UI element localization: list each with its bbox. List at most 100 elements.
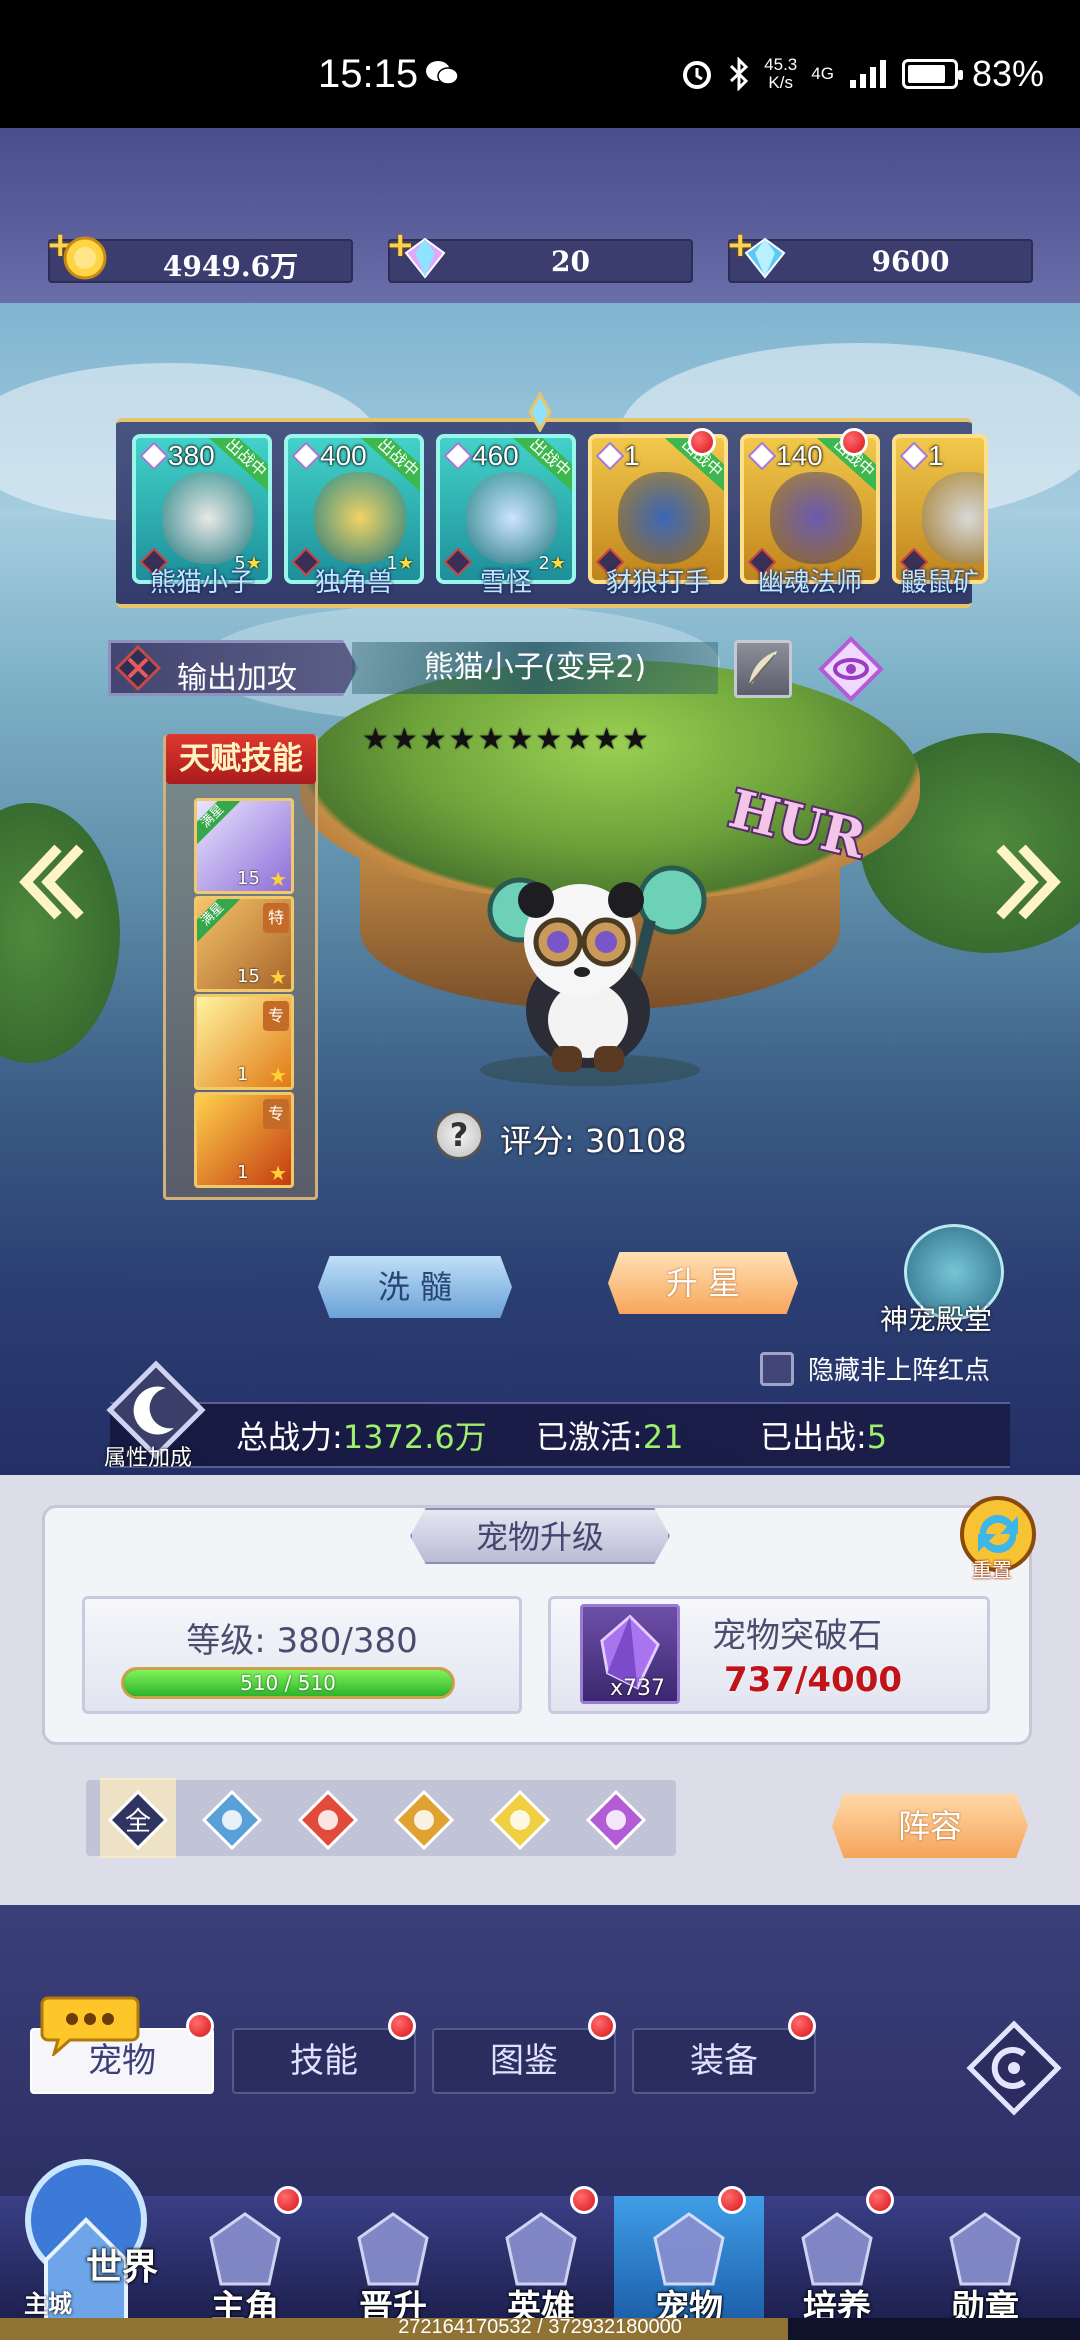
filter-earth-icon[interactable] xyxy=(393,1789,455,1851)
pet-temple-label[interactable]: 神宠殿堂 xyxy=(880,1298,992,1338)
nav-item-promote[interactable]: 晋升 xyxy=(318,2196,468,2330)
side-menu-icon[interactable] xyxy=(966,2020,1062,2116)
score-help-icon[interactable]: ? xyxy=(434,1110,484,1160)
attribute-bonus-label[interactable]: 属性加成 xyxy=(104,1440,192,1472)
stone-progress: 737/4000 xyxy=(724,1660,903,1700)
rainbow-diamond-icon xyxy=(404,237,446,279)
talent-skill-slot[interactable]: 专 1 ★ xyxy=(194,994,294,1090)
roster-pet-name[interactable]: 幽魂法师 xyxy=(735,562,885,599)
hide-red-dot-checkbox[interactable] xyxy=(760,1352,794,1386)
pet-level: 460 xyxy=(472,440,519,471)
gold-coin-icon xyxy=(63,236,107,280)
reset-label[interactable]: 重置 xyxy=(972,1554,1012,1583)
filter-dark-icon[interactable] xyxy=(585,1789,647,1851)
rainbow-diamond-currency[interactable]: + 20 xyxy=(386,225,693,283)
skill-star-icon: ★ xyxy=(269,1161,287,1185)
city-label[interactable]: 主城 xyxy=(24,2284,72,2319)
blue-diamond-value: 9600 xyxy=(871,245,950,278)
pet-star-rating: ★★★★★★★★★★ xyxy=(362,722,651,757)
wash-button[interactable]: 洗 髓 xyxy=(318,1256,512,1318)
pet-portrait xyxy=(162,472,254,564)
skill-level: 15 xyxy=(237,868,260,889)
tab-skills[interactable]: 技能 xyxy=(232,2028,416,2094)
exp-progress-bar: 510 / 510 xyxy=(121,1667,455,1699)
talent-skill-slot[interactable]: 满星 15 ★ xyxy=(194,798,294,894)
upgrade-panel-title: 宠物升级 xyxy=(410,1508,670,1564)
roster-pet-name[interactable]: 独角兽 xyxy=(279,562,429,599)
pet-level: 380 xyxy=(168,440,215,471)
gold-value: 4949.6万 xyxy=(162,250,299,283)
skill-tag: 专 xyxy=(263,1099,289,1129)
nav-item-train[interactable]: 培养 xyxy=(762,2196,912,2330)
roster-pet-name[interactable]: 豺狼打手 xyxy=(583,562,733,599)
total-power: 总战力:1372.6万 xyxy=(236,1418,487,1456)
skill-level: 1 xyxy=(237,1064,249,1085)
nav-item-hero[interactable]: 主角 xyxy=(170,2196,320,2330)
notification-dot xyxy=(588,2012,616,2040)
nav-item-pets[interactable]: 宠物 xyxy=(614,2196,764,2330)
notification-dot xyxy=(840,428,868,456)
dark-element-icon[interactable] xyxy=(818,636,884,702)
element-badge-icon xyxy=(444,442,472,470)
gold-currency[interactable]: + 4949.6万 xyxy=(46,225,353,283)
full-star-ribbon: 满星 xyxy=(197,899,240,942)
pet-name: 熊猫小子(变异2) xyxy=(423,650,647,685)
previous-pet-arrow-icon[interactable] xyxy=(18,842,88,922)
tab-equipment[interactable]: 装备 xyxy=(632,2028,816,2094)
feather-icon xyxy=(748,651,777,686)
network-type: 4G xyxy=(811,64,834,83)
battery-icon xyxy=(901,59,963,89)
activated-count: 已激活:21 xyxy=(536,1418,684,1456)
pet-type-label: 输出加攻 xyxy=(177,661,297,696)
svg-text:全: 全 xyxy=(125,1807,151,1837)
notification-dot xyxy=(570,2186,598,2214)
alarm-icon xyxy=(683,61,712,89)
nav-item-heroes[interactable]: 英雄 xyxy=(466,2196,616,2330)
skill-star-icon: ★ xyxy=(269,867,287,891)
roster-pet-name[interactable]: 雪怪 xyxy=(431,562,581,599)
deployed-count: 已出战:5 xyxy=(760,1418,888,1456)
filter-water-icon[interactable] xyxy=(201,1789,263,1851)
notification-dot xyxy=(866,2186,894,2214)
filter-light-icon[interactable] xyxy=(489,1789,551,1851)
notification-dot xyxy=(186,2012,214,2040)
element-badge-icon xyxy=(140,442,168,470)
roster-pet-name[interactable]: 鼹鼠矿 xyxy=(887,562,993,599)
battery-percent: 83% xyxy=(971,53,1044,94)
clock: 15:15 xyxy=(318,52,419,96)
next-pet-arrow-icon[interactable] xyxy=(992,842,1062,922)
stone-count: x737 xyxy=(610,1676,666,1701)
notification-dot xyxy=(274,2186,302,2214)
pet-portrait xyxy=(618,472,710,564)
rename-button[interactable] xyxy=(734,640,792,698)
pet-portrait xyxy=(466,472,558,564)
filter-all-button[interactable]: 全 xyxy=(107,1789,169,1851)
star-up-button[interactable]: 升 星 xyxy=(608,1252,798,1314)
pet-level: 400 xyxy=(320,440,367,471)
chat-bubble-icon[interactable] xyxy=(40,1992,140,2056)
roster-pet-name[interactable]: 熊猫小子 xyxy=(127,562,277,599)
hide-red-dot-label[interactable]: 隐藏非上阵红点 xyxy=(808,1350,990,1387)
world-label[interactable]: 世界 xyxy=(86,2238,158,2290)
wechat-icon xyxy=(426,61,459,85)
tab-codex[interactable]: 图鉴 xyxy=(432,2028,616,2094)
pet-portrait xyxy=(922,472,984,564)
lineup-button[interactable]: 阵容 xyxy=(832,1794,1028,1858)
pet-level: 1 xyxy=(624,440,640,471)
element-badge-icon xyxy=(748,442,776,470)
skill-tag: 专 xyxy=(263,1001,289,1031)
pet-portrait xyxy=(314,472,406,564)
skill-level: 1 xyxy=(237,1162,249,1183)
full-star-ribbon: 满星 xyxy=(197,801,240,844)
talent-skill-slot[interactable]: 满星特 15 ★ xyxy=(194,896,294,992)
blue-diamond-currency[interactable]: + 9600 xyxy=(726,225,1033,283)
notification-dot xyxy=(718,2186,746,2214)
element-badge-icon xyxy=(292,442,320,470)
filter-fire-icon[interactable] xyxy=(297,1789,359,1851)
pet-score: ? 评分: 30108 xyxy=(434,1108,724,1164)
notification-dot xyxy=(388,2012,416,2040)
nav-item-icon xyxy=(209,2212,281,2286)
element-badge-icon xyxy=(596,442,624,470)
talent-skill-slot[interactable]: 专 1 ★ xyxy=(194,1092,294,1188)
nav-item-medals[interactable]: 勋章 xyxy=(910,2196,1060,2330)
